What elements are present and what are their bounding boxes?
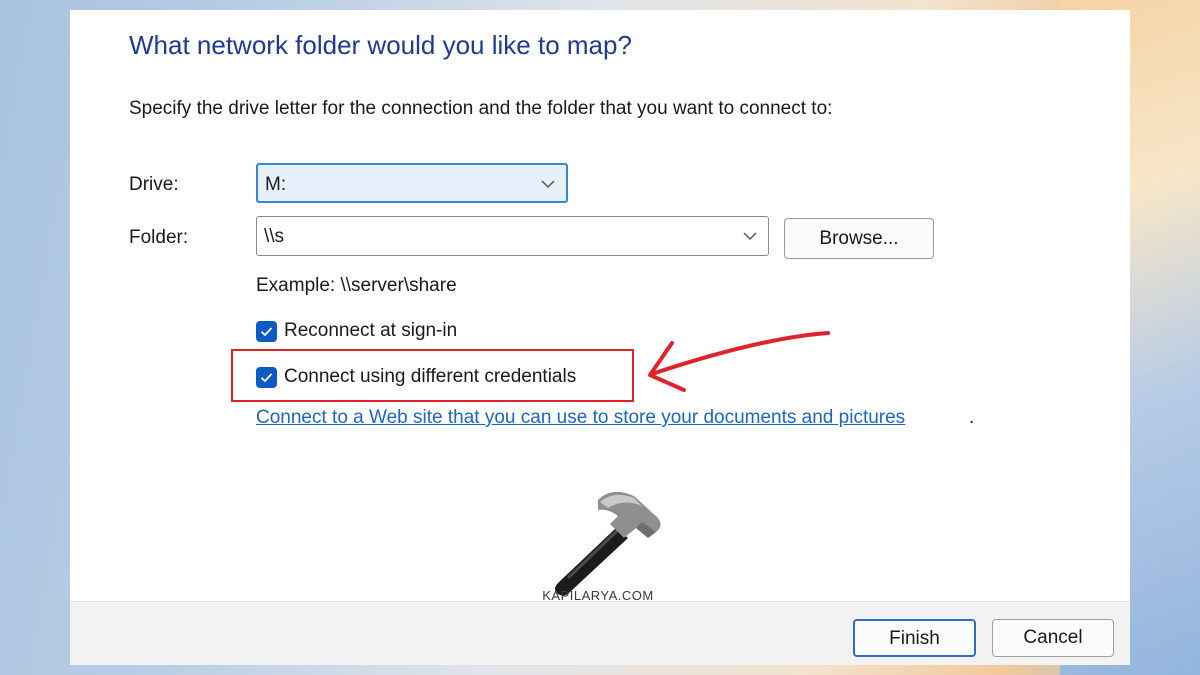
reconnect-label: Reconnect at sign-in (284, 320, 458, 341)
checkmark-icon (260, 326, 273, 336)
hammer-logo-icon (555, 491, 661, 596)
dialog-footer: Finish Cancel (70, 601, 1130, 665)
folder-value: \\s (264, 226, 285, 247)
cancel-button[interactable]: Cancel (992, 619, 1114, 657)
folder-label: Folder: (129, 227, 189, 248)
folder-input[interactable]: \\s (256, 216, 769, 256)
link-period: . (969, 407, 975, 428)
browse-button[interactable]: Browse... (784, 218, 934, 259)
chevron-down-icon (541, 180, 555, 189)
web-site-link[interactable]: Connect to a Web site that you can use t… (256, 407, 905, 429)
drive-select[interactable]: M: (256, 163, 568, 203)
finish-button[interactable]: Finish (853, 619, 976, 657)
drive-label: Drive: (129, 174, 179, 195)
instructions-text: Specify the drive letter for the connect… (129, 98, 833, 119)
drive-value: M: (265, 174, 287, 195)
example-text: Example: \\server\share (256, 275, 457, 296)
reconnect-checkbox[interactable] (256, 320, 277, 342)
highlight-box (231, 349, 634, 402)
map-network-drive-dialog: What network folder would you like to ma… (70, 10, 1130, 665)
dialog-title: What network folder would you like to ma… (129, 30, 632, 60)
chevron-down-icon[interactable] (742, 228, 758, 244)
reconnect-checkbox-row[interactable]: Reconnect at sign-in (256, 318, 457, 344)
